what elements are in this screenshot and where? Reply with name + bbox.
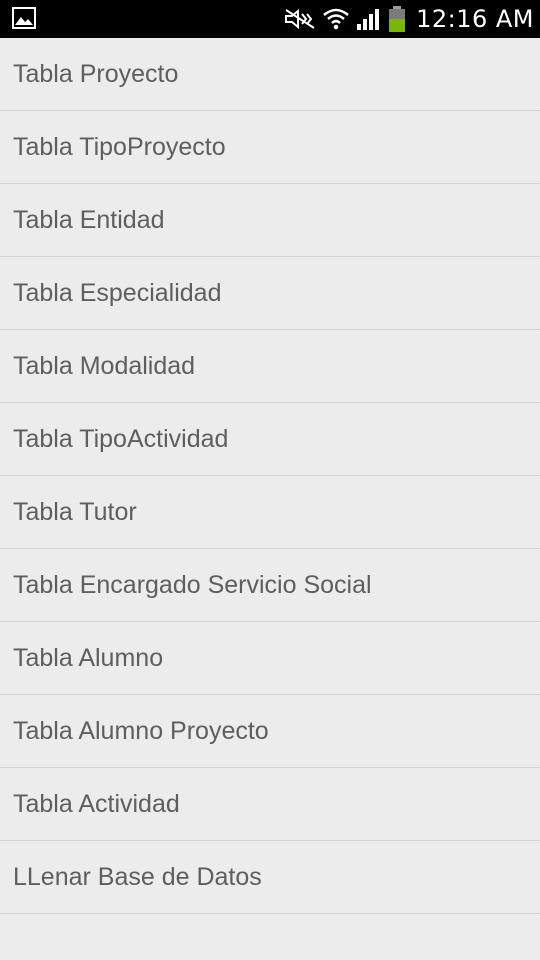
list-item-label: Tabla TipoProyecto (13, 132, 226, 161)
mute-icon (284, 8, 316, 30)
image-icon (12, 7, 36, 29)
list-item-label: Tabla TipoActividad (13, 424, 229, 453)
list-item-label: Tabla Actividad (13, 789, 180, 818)
list-item-tabla-especialidad[interactable]: Tabla Especialidad (0, 257, 540, 330)
list-item-tabla-tipoactividad[interactable]: Tabla TipoActividad (0, 403, 540, 476)
list-item-tabla-tipoproyecto[interactable]: Tabla TipoProyecto (0, 111, 540, 184)
list-item-llenar-base-de-datos[interactable]: LLenar Base de Datos (0, 841, 540, 914)
list-item-tabla-actividad[interactable]: Tabla Actividad (0, 768, 540, 841)
wifi-icon (322, 6, 350, 32)
list-item-label: Tabla Tutor (13, 497, 137, 526)
list-item-tabla-alumno[interactable]: Tabla Alumno (0, 622, 540, 695)
list-item-label: Tabla Encargado Servicio Social (13, 570, 372, 599)
menu-list: Tabla Proyecto Tabla TipoProyecto Tabla … (0, 38, 540, 914)
list-item-tabla-proyecto[interactable]: Tabla Proyecto (0, 38, 540, 111)
list-item-tabla-entidad[interactable]: Tabla Entidad (0, 184, 540, 257)
list-item-label: Tabla Modalidad (13, 351, 196, 380)
list-item-label: Tabla Proyecto (13, 59, 179, 88)
status-time: 12:16 AM (416, 5, 534, 33)
signal-icon (356, 7, 382, 31)
list-item-tabla-encargado-servicio-social[interactable]: Tabla Encargado Servicio Social (0, 549, 540, 622)
list-item-label: LLenar Base de Datos (13, 862, 262, 891)
list-item-tabla-modalidad[interactable]: Tabla Modalidad (0, 330, 540, 403)
list-item-tabla-alumno-proyecto[interactable]: Tabla Alumno Proyecto (0, 695, 540, 768)
list-item-label: Tabla Alumno Proyecto (13, 716, 269, 745)
battery-icon (388, 5, 406, 33)
status-bar: 12:16 AM (0, 0, 540, 38)
status-icons: 12:16 AM (284, 0, 534, 38)
list-item-tabla-tutor[interactable]: Tabla Tutor (0, 476, 540, 549)
list-item-label: Tabla Alumno (13, 643, 164, 672)
list-item-label: Tabla Entidad (13, 205, 165, 234)
list-item-label: Tabla Especialidad (13, 278, 222, 307)
